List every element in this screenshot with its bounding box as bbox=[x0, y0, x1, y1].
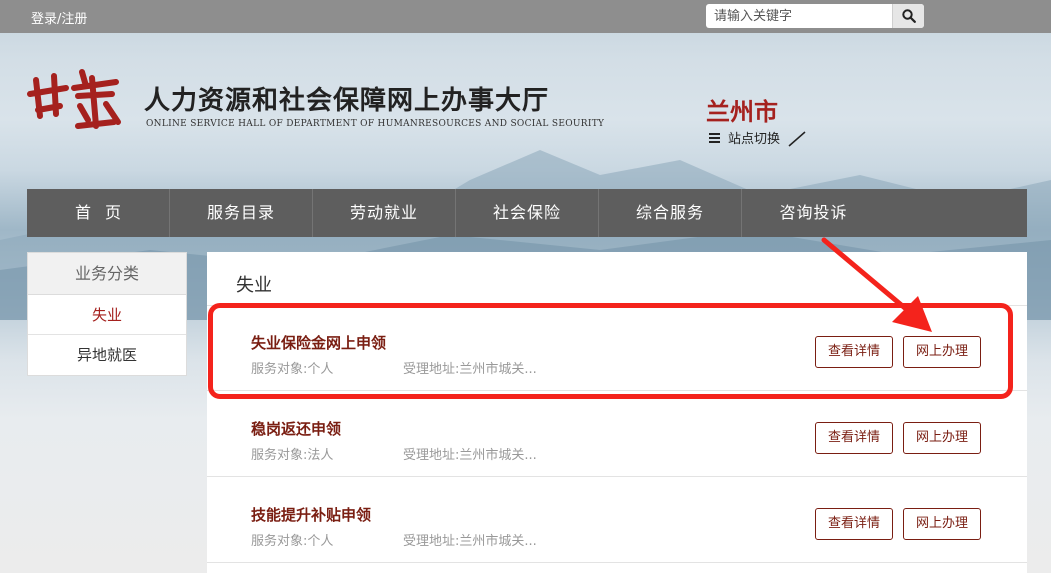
view-details-button[interactable]: 查看详情 bbox=[815, 508, 893, 540]
search-input[interactable] bbox=[706, 4, 892, 28]
section-title: 失业 bbox=[236, 275, 272, 296]
city-name: 兰州市 bbox=[706, 98, 778, 126]
apply-online-button[interactable]: 网上办理 bbox=[903, 422, 981, 454]
menu-icon bbox=[709, 132, 720, 143]
nav-item-employment[interactable]: 劳动就业 bbox=[313, 189, 456, 237]
sidebar-item-unemployment[interactable]: 失业 bbox=[28, 295, 186, 335]
service-name-link[interactable]: 技能提升补贴申领 bbox=[251, 504, 371, 525]
service-object: 服务对象:法人 bbox=[251, 448, 334, 463]
search-icon bbox=[902, 9, 916, 23]
service-list-panel: 失业 失业保险金网上申领 服务对象:个人 受理地址:兰州市城关... 查看详情 … bbox=[207, 252, 1027, 573]
service-object: 服务对象:个人 bbox=[251, 534, 334, 549]
search-button[interactable] bbox=[892, 4, 924, 28]
nav-item-service-catalog[interactable]: 服务目录 bbox=[170, 189, 313, 237]
service-row: 技能提升补贴申领 服务对象:个人 受理地址:兰州市城关... 查看详情 网上办理 bbox=[207, 478, 1027, 563]
site-switch-label: 站点切换 bbox=[728, 132, 781, 147]
site-switch[interactable]: 站点切换 bbox=[709, 128, 806, 147]
sidebar-item-remote-medical[interactable]: 异地就医 bbox=[28, 335, 186, 375]
category-sidebar: 业务分类 失业 异地就医 bbox=[27, 252, 187, 376]
view-details-button[interactable]: 查看详情 bbox=[815, 422, 893, 454]
sidebar-heading: 业务分类 bbox=[28, 253, 186, 295]
service-address: 受理地址:兰州市城关... bbox=[403, 534, 537, 549]
service-name-link[interactable]: 稳岗返还申领 bbox=[251, 418, 341, 439]
apply-online-button[interactable]: 网上办理 bbox=[903, 508, 981, 540]
nav-item-social-insurance[interactable]: 社会保险 bbox=[456, 189, 599, 237]
slash-decoration-icon bbox=[788, 131, 806, 147]
nav-item-home[interactable]: 首页 bbox=[27, 189, 170, 237]
top-bar: 登录/注册 bbox=[0, 0, 1051, 33]
service-address: 受理地址:兰州市城关... bbox=[403, 448, 537, 463]
login-register-link[interactable]: 登录/注册 bbox=[31, 8, 87, 27]
nav-item-general-services[interactable]: 综合服务 bbox=[599, 189, 742, 237]
search-box bbox=[706, 4, 924, 28]
gansu-logo: 甘肃 bbox=[27, 69, 121, 129]
service-row: 稳岗返还申领 服务对象:法人 受理地址:兰州市城关... 查看详情 网上办理 bbox=[207, 392, 1027, 477]
main-nav: 首页 服务目录 劳动就业 社会保险 综合服务 咨询投诉 bbox=[27, 189, 1027, 237]
site-title: 人力资源和社会保障网上办事大厅 bbox=[144, 86, 550, 116]
nav-item-consult-complaint[interactable]: 咨询投诉 bbox=[742, 189, 885, 237]
highlight-box bbox=[208, 303, 1013, 399]
site-subtitle: ONLINE SERVICE HALL OF DEPARTMENT OF HUM… bbox=[146, 119, 605, 129]
